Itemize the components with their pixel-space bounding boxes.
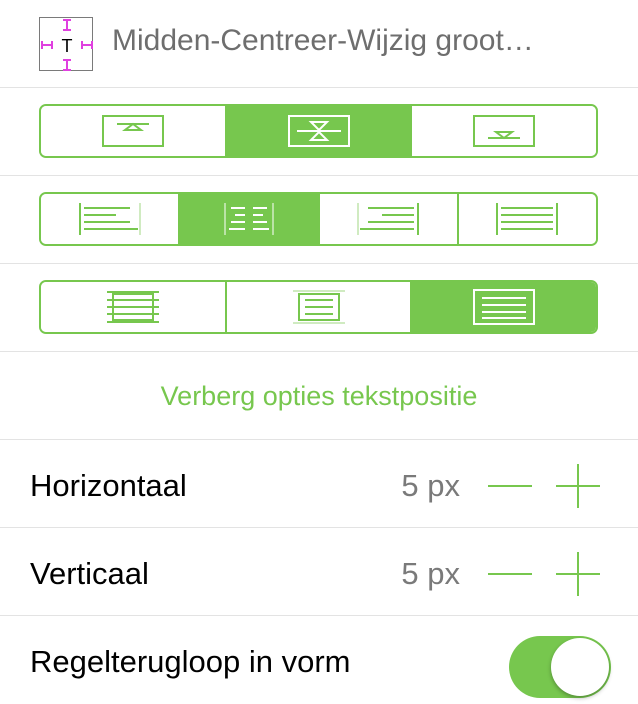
middle-align-icon: [287, 115, 350, 147]
hide-text-position-options-link[interactable]: Verberg opties tekstpositie: [0, 381, 638, 412]
segment-bottom-align[interactable]: [410, 106, 596, 156]
vertical-inset-label: Verticaal: [30, 556, 149, 591]
segment-align-center[interactable]: [178, 194, 318, 244]
horizontal-inset-row: Horizontaal 5 px: [0, 440, 638, 528]
top-align-icon: [101, 115, 164, 147]
plus-icon: [556, 464, 600, 508]
hide-options-row: Verberg opties tekstpositie: [0, 352, 638, 440]
segment-middle-align[interactable]: [224, 106, 411, 156]
segment-align-left[interactable]: [41, 194, 179, 244]
plus-icon: [556, 552, 600, 596]
page-title: Midden-Centreer-Wijzig groot…: [112, 24, 534, 57]
horizontal-alignment-segmented-control: [39, 192, 598, 246]
horizontal-inset-label: Horizontaal: [30, 468, 187, 503]
vertical-inset-row: Verticaal 5 px: [0, 528, 638, 616]
horizontal-inset-value: 5 px: [401, 468, 460, 503]
segment-align-justify[interactable]: [456, 194, 596, 244]
horizontal-alignment-row: [0, 176, 638, 264]
minus-icon: [488, 573, 532, 575]
fit-text-icon: [473, 289, 536, 325]
segment-align-right[interactable]: [317, 194, 457, 244]
text-inset-icon: T: [41, 19, 93, 71]
align-justify-icon: [496, 203, 559, 235]
segment-clip-text[interactable]: [224, 282, 411, 332]
vertical-position-row: [0, 88, 638, 176]
overflow-text-icon: [106, 291, 159, 323]
align-right-icon: [357, 203, 420, 235]
thumb-letter: T: [62, 36, 73, 56]
text-fit-segmented-control: [39, 280, 598, 334]
text-position-thumbnail: T: [39, 17, 93, 71]
vertical-inset-value: 5 px: [401, 556, 460, 591]
header-row: T Midden-Centreer-Wijzig groot…: [0, 0, 638, 88]
bottom-align-icon: [473, 115, 536, 147]
toggle-knob: [551, 638, 609, 696]
segment-overflow-text[interactable]: [41, 282, 225, 332]
wrap-in-shape-row: Regelterugloop in vorm: [0, 616, 638, 704]
wrap-in-shape-label: Regelterugloop in vorm: [30, 644, 351, 679]
vertical-decrement-button[interactable]: [488, 552, 532, 596]
wrap-in-shape-toggle[interactable]: [509, 636, 611, 698]
minus-icon: [488, 485, 532, 487]
vertical-position-segmented-control: [39, 104, 598, 158]
segment-fit-text[interactable]: [410, 282, 596, 332]
clip-text-icon: [292, 290, 345, 324]
horizontal-decrement-button[interactable]: [488, 464, 532, 508]
vertical-increment-button[interactable]: [556, 552, 600, 596]
horizontal-increment-button[interactable]: [556, 464, 600, 508]
segment-top-align[interactable]: [41, 106, 225, 156]
text-fit-row: [0, 264, 638, 352]
align-center-icon: [223, 203, 274, 235]
align-left-icon: [78, 203, 141, 235]
